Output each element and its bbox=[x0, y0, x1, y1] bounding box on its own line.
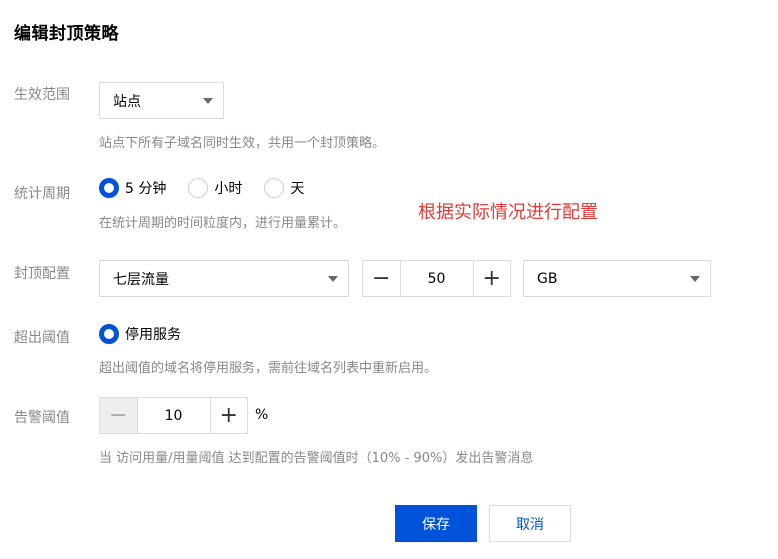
radio-checked-icon bbox=[99, 178, 119, 198]
radio-label: 小时 bbox=[214, 181, 243, 197]
radio-unchecked-icon bbox=[188, 178, 209, 198]
radio-unchecked-icon bbox=[264, 178, 285, 198]
exceed-hint: 超出阈值的域名将停用服务，需前往域名列表中重新启用。 bbox=[99, 361, 438, 376]
alert-label: 告警阈值 bbox=[14, 410, 70, 426]
annotation-text: 根据实际情况进行配置 bbox=[418, 202, 598, 223]
chevron-down-icon bbox=[203, 98, 213, 104]
cap-unit-value: GB bbox=[537, 270, 558, 287]
period-radio-group: 5 分钟 小时 天 bbox=[99, 178, 326, 198]
cap-stepper: − 50 + bbox=[362, 260, 511, 297]
scope-select[interactable]: 站点 bbox=[99, 82, 224, 119]
radio-stop-service[interactable]: 停用服务 bbox=[99, 324, 181, 344]
scope-hint: 站点下所有子域名同时生效，共用一个封顶策略。 bbox=[99, 136, 386, 151]
exceed-label: 超出阈值 bbox=[14, 330, 70, 346]
radio-day[interactable]: 天 bbox=[264, 178, 304, 198]
radio-hour[interactable]: 小时 bbox=[188, 178, 242, 198]
radio-label: 天 bbox=[290, 181, 305, 197]
radio-label: 5 分钟 bbox=[125, 181, 167, 197]
exceed-radio-group: 停用服务 bbox=[99, 324, 203, 344]
chevron-down-icon bbox=[690, 276, 700, 282]
radio-label: 停用服务 bbox=[125, 327, 181, 343]
alert-stepper: − 10 + bbox=[99, 397, 248, 434]
page-title: 编辑封顶策略 bbox=[14, 24, 119, 44]
alert-hint: 当 访问用量/用量阈值 达到配置的告警阈值时（10% - 90%）发出告警消息 bbox=[99, 451, 534, 466]
save-button[interactable]: 保存 bbox=[395, 505, 477, 542]
period-label: 统计周期 bbox=[14, 186, 70, 202]
cap-unit-select[interactable]: GB bbox=[523, 260, 711, 297]
scope-select-value: 站点 bbox=[113, 93, 141, 110]
cap-metric-select[interactable]: 七层流量 bbox=[99, 260, 349, 297]
minus-button[interactable]: − bbox=[100, 398, 137, 433]
cap-metric-value: 七层流量 bbox=[113, 271, 169, 288]
radio-5min[interactable]: 5 分钟 bbox=[99, 178, 166, 198]
period-hint: 在统计周期的时间粒度内，进行用量累计。 bbox=[99, 216, 347, 231]
minus-button[interactable]: − bbox=[363, 261, 400, 296]
radio-checked-icon bbox=[99, 324, 119, 344]
plus-button[interactable]: + bbox=[474, 261, 511, 296]
plus-button[interactable]: + bbox=[211, 398, 248, 433]
alert-value-input[interactable]: 10 bbox=[136, 398, 211, 433]
cap-value-input[interactable]: 50 bbox=[399, 261, 474, 296]
cap-label: 封顶配置 bbox=[14, 266, 70, 282]
scope-label: 生效范围 bbox=[14, 87, 70, 103]
alert-unit: % bbox=[255, 407, 269, 423]
cancel-button[interactable]: 取消 bbox=[489, 505, 571, 542]
chevron-down-icon bbox=[328, 276, 338, 282]
